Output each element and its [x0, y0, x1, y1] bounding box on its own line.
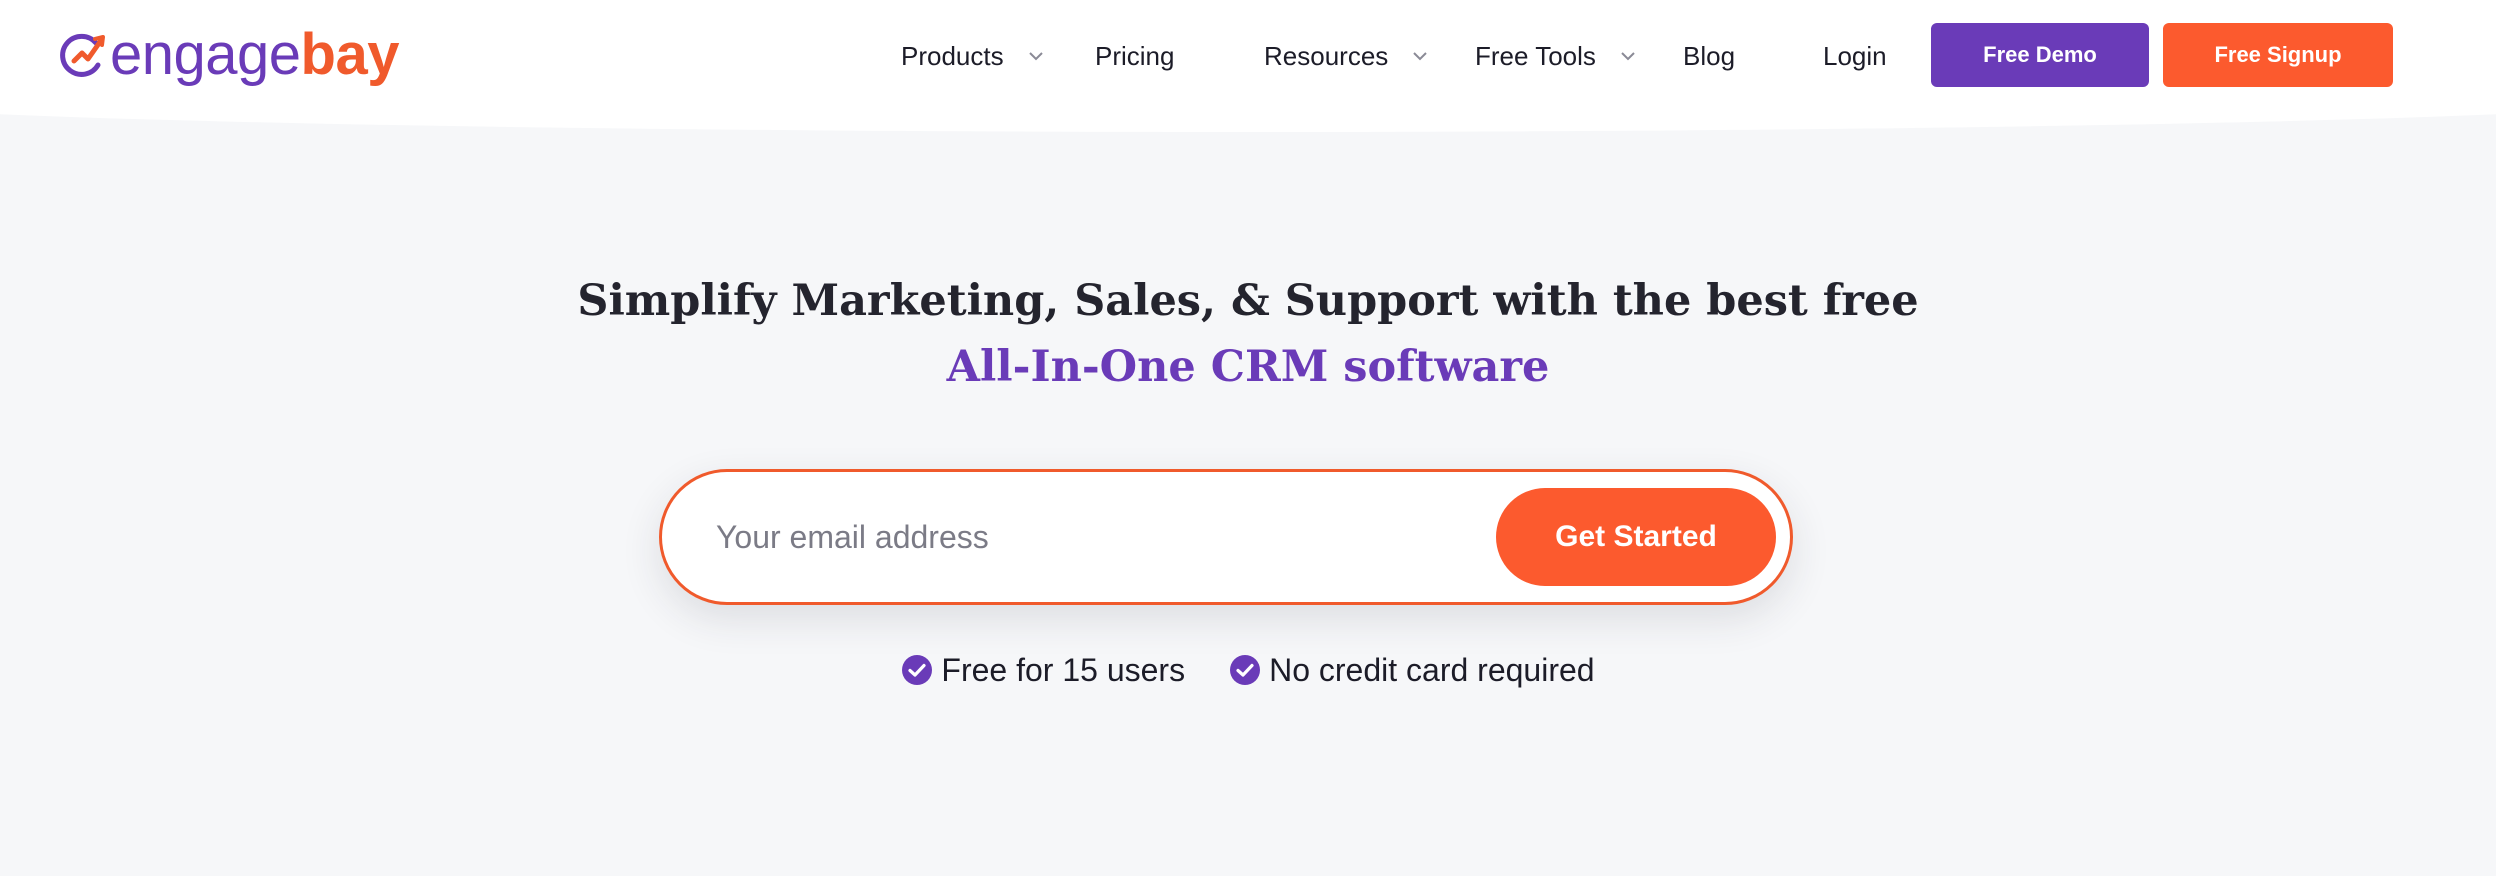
hero-headline: Simplify Marketing, Sales, & Support wit…: [0, 268, 2496, 400]
chevron-down-icon: [1028, 52, 1043, 61]
nav-item-pricing[interactable]: Pricing: [1095, 36, 1174, 76]
nav-blog-label: Blog: [1683, 40, 1736, 71]
chevron-down-icon: [1413, 52, 1427, 61]
benefit-item: No credit card required: [1229, 651, 1595, 689]
email-signup-form: Get Started: [659, 469, 1793, 605]
hero-headline-line2: All-In-One CRM software: [946, 342, 1550, 392]
check-circle-icon: [902, 655, 933, 685]
nav-resources-label: Resources: [1264, 40, 1389, 71]
benefits-list: Free for 15 users No credit card require…: [0, 648, 2496, 692]
free-demo-button[interactable]: Free Demo: [1931, 23, 2149, 87]
email-input[interactable]: [716, 502, 1436, 572]
engagebay-logo-mark-icon: [60, 33, 105, 77]
nav-login-label: Login: [1823, 40, 1887, 71]
logo-text-bay: bay: [300, 22, 400, 87]
benefit-item: Free for 15 users: [901, 652, 1185, 689]
free-signup-button[interactable]: Free Signup: [2163, 23, 2393, 87]
page: engagebay Products Pricing Resources Fre…: [0, 0, 2496, 876]
engagebay-logo[interactable]: engagebay: [58, 22, 400, 88]
check-circle-icon: [1230, 655, 1261, 685]
logo-wordmark: engagebay: [110, 26, 400, 84]
nav-pricing-label: Pricing: [1095, 40, 1175, 71]
nav-item-resources[interactable]: Resources: [1264, 36, 1428, 76]
nav-products-label: Products: [901, 40, 1004, 71]
chevron-down-icon: [1621, 52, 1635, 61]
benefit-label: No credit card required: [1269, 651, 1595, 688]
nav-item-free-tools[interactable]: Free Tools: [1475, 36, 1636, 76]
benefit-label: Free for 15 users: [941, 651, 1186, 688]
nav-free-tools-label: Free Tools: [1475, 40, 1596, 71]
nav-item-products[interactable]: Products: [901, 36, 1044, 76]
hero-headline-line1: Simplify Marketing, Sales, & Support wit…: [577, 276, 1919, 326]
nav-item-login[interactable]: Login: [1823, 36, 1887, 76]
get-started-button[interactable]: Get Started: [1496, 488, 1776, 586]
nav-item-blog[interactable]: Blog: [1683, 36, 1735, 76]
top-navigation: engagebay Products Pricing Resources Fre…: [0, 0, 2496, 112]
logo-text-engage: engage: [110, 22, 301, 87]
